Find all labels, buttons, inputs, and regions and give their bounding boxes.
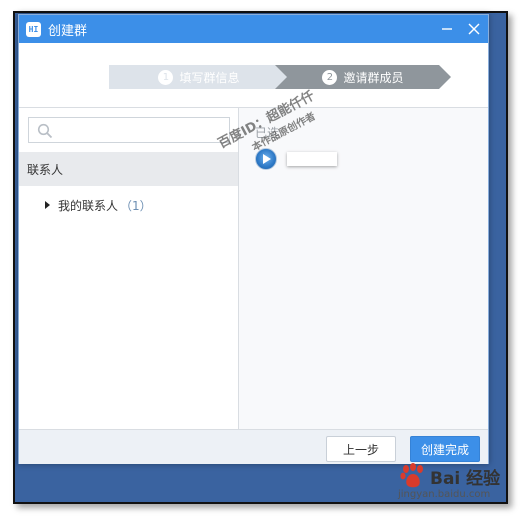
step-label: 填写群信息 [179, 70, 240, 85]
step-indicator: 1 填写群信息 2 邀请群成员 [109, 65, 454, 89]
logo-text: Bai 经验 [430, 468, 501, 489]
contacts-group-header[interactable]: 联系人 [19, 152, 238, 186]
search-box[interactable] [28, 117, 230, 143]
close-icon [468, 23, 480, 35]
baidu-url: jingyan.baidu.com [398, 489, 491, 500]
dialog-footer: 上一步 创建完成 [19, 429, 488, 464]
minimize-icon [442, 28, 452, 30]
member-name-redacted [287, 152, 337, 166]
previous-step-button[interactable]: 上一步 [326, 436, 396, 462]
avatar [255, 148, 277, 170]
close-button[interactable] [465, 20, 483, 38]
step-invite-members: 2 邀请群成员 [275, 65, 451, 89]
step-number: 1 [158, 69, 174, 85]
finish-create-button[interactable]: 创建完成 [410, 436, 480, 462]
app-logo-icon: HI [26, 21, 41, 37]
expand-arrow-icon[interactable] [45, 201, 50, 209]
selected-pane: 已选 [239, 108, 488, 429]
title-bar[interactable]: HI 创建群 [19, 15, 488, 43]
window-title: 创建群 [48, 23, 88, 39]
step-fill-group-info: 1 填写群信息 [109, 65, 289, 89]
selected-member[interactable] [255, 148, 337, 170]
tree-item-count: （1） [120, 198, 152, 213]
baidu-jingyan-logo: Bai 经验 [398, 462, 500, 490]
search-input[interactable] [55, 120, 225, 140]
step-label: 邀请群成员 [343, 70, 404, 85]
tree-item-my-contacts[interactable]: 我的联系人 （1） [45, 196, 152, 214]
minimize-button[interactable] [438, 20, 456, 38]
baidu-paw-icon [400, 463, 423, 488]
tree-item-label: 我的联系人 [58, 198, 119, 213]
create-group-dialog: HI 创建群 1 填写群信息 2 邀请群成员 联系人 我的联系人 （1） 已选 … [18, 14, 489, 464]
search-icon [37, 123, 53, 139]
selected-label: 已选 [255, 126, 280, 140]
main-content: 联系人 我的联系人 （1） 已选 [19, 107, 488, 429]
step-number: 2 [322, 69, 338, 85]
contacts-pane: 联系人 我的联系人 （1） [19, 108, 239, 429]
